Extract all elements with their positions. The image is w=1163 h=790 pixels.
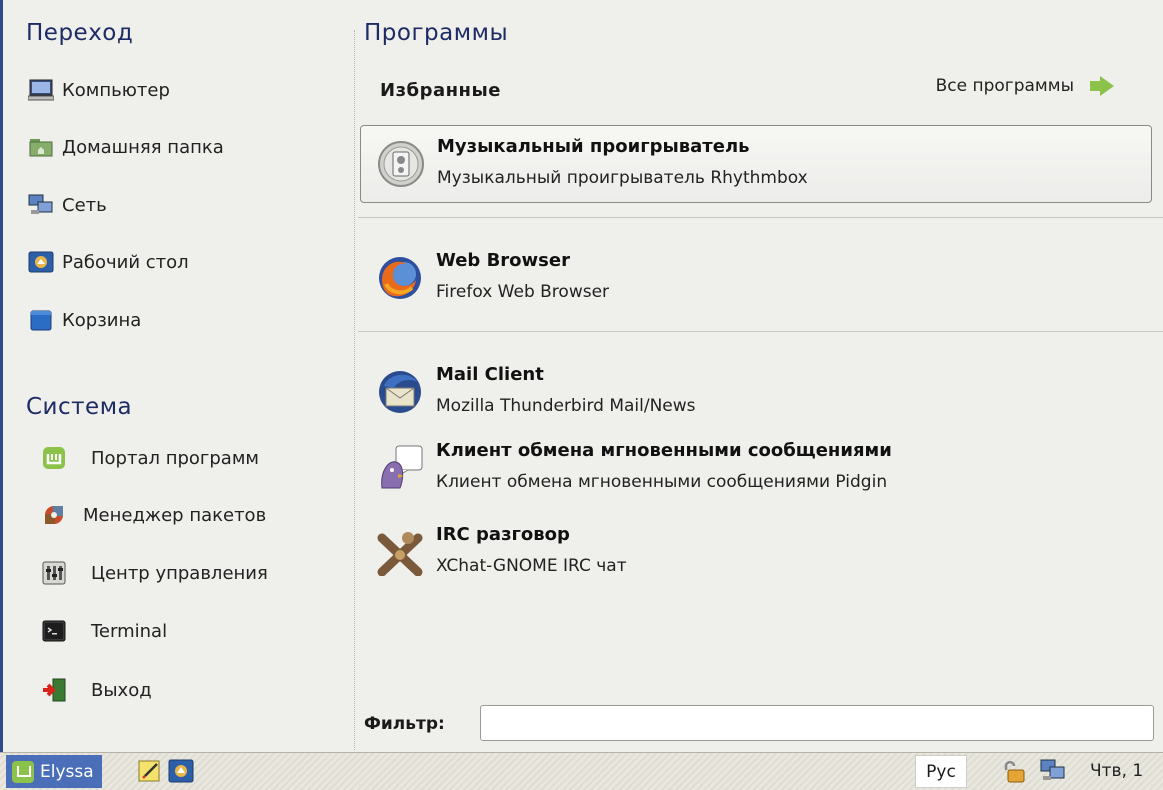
mint-logo-icon: [12, 760, 34, 783]
thunderbird-icon: [376, 368, 424, 416]
control-center-icon: [41, 560, 67, 586]
app-item-mail-client[interactable]: Mail Client Mozilla Thunderbird Mail/New…: [360, 354, 1150, 430]
desktop-icon: [28, 251, 54, 273]
logout-icon: [41, 677, 67, 703]
system-item-label: Terminal: [91, 620, 168, 642]
app-name: IRC разговор: [436, 524, 570, 545]
place-item-label: Сеть: [62, 194, 107, 216]
app-item-irc-chat[interactable]: IRC разговор XChat-GNOME IRC чат: [360, 514, 1150, 590]
app-name: Клиент обмена мгновенными сообщениями: [436, 440, 892, 461]
place-item-trash[interactable]: Корзина: [28, 304, 141, 336]
place-item-label: Корзина: [62, 309, 142, 331]
app-name: Web Browser: [436, 250, 570, 271]
app-description: Firefox Web Browser: [436, 282, 610, 302]
home-folder-icon: [28, 136, 54, 158]
place-item-network[interactable]: Сеть: [28, 189, 107, 221]
place-item-label: Домашняя папка: [62, 136, 224, 158]
music-player-icon: [377, 140, 425, 188]
mint-menu: Переход Компьютер Домашняя папка Сеть Ра…: [0, 0, 1163, 752]
trash-icon: [28, 309, 54, 331]
keyboard-layout-indicator[interactable]: Рус: [915, 755, 967, 788]
column-separator: [354, 30, 355, 750]
terminal-icon: [41, 618, 67, 644]
divider: [358, 331, 1163, 332]
start-menu-button[interactable]: Elyssa: [6, 755, 102, 788]
place-item-label: Рабочий стол: [62, 251, 189, 273]
app-description: Клиент обмена мгновенными сообщениями Pi…: [436, 472, 888, 492]
xchat-icon: [376, 528, 424, 577]
system-item-label: Выход: [91, 679, 152, 701]
lock-icon[interactable]: [1000, 758, 1026, 784]
app-description: Mozilla Thunderbird Mail/News: [436, 396, 696, 416]
app-description: XChat-GNOME IRC чат: [436, 556, 627, 576]
place-item-home[interactable]: Домашняя папка: [28, 131, 224, 163]
places-title: Переход: [26, 20, 134, 46]
app-item-instant-messaging[interactable]: Клиент обмена мгновенными сообщениями Кл…: [360, 430, 1150, 506]
text-editor-launcher-icon[interactable]: [137, 758, 163, 784]
favorites-label: Избранные: [380, 80, 501, 101]
package-manager-icon: [41, 502, 67, 528]
software-portal-icon: [41, 445, 67, 471]
network-icon: [28, 194, 54, 216]
system-item-logout[interactable]: Выход: [41, 673, 152, 707]
pidgin-icon: [376, 444, 424, 492]
filter-label: Фильтр:: [364, 714, 445, 734]
system-item-control-center[interactable]: Центр управления: [41, 556, 268, 590]
all-programs-label: Все программы: [935, 76, 1074, 96]
firefox-icon: [376, 254, 424, 302]
app-name: Mail Client: [436, 364, 544, 385]
divider: [358, 217, 1163, 218]
app-name: Музыкальный проигрыватель: [437, 136, 750, 157]
computer-icon: [27, 79, 55, 101]
clock[interactable]: Чтв, 1: [1090, 761, 1143, 781]
system-item-package-manager[interactable]: Менеджер пакетов: [41, 498, 266, 532]
app-item-web-browser[interactable]: Web Browser Firefox Web Browser: [360, 240, 1150, 316]
programs-title: Программы: [364, 20, 509, 46]
network-status-icon[interactable]: [1040, 758, 1066, 784]
system-item-label: Менеджер пакетов: [83, 504, 267, 526]
places-system-column: Переход Компьютер Домашняя папка Сеть Ра…: [6, 0, 351, 752]
app-description: Музыкальный проигрыватель Rhythmbox: [437, 168, 808, 188]
start-menu-label: Elyssa: [40, 761, 94, 782]
system-item-label: Центр управления: [91, 562, 268, 584]
desktop-launcher-icon[interactable]: [168, 758, 194, 784]
place-item-desktop[interactable]: Рабочий стол: [28, 246, 189, 278]
app-item-music-player[interactable]: Музыкальный проигрыватель Музыкальный пр…: [360, 125, 1152, 203]
system-title: Система: [26, 394, 133, 420]
place-item-label: Компьютер: [62, 79, 170, 101]
place-item-computer[interactable]: Компьютер: [27, 74, 170, 106]
arrow-right-icon: [1090, 76, 1114, 96]
system-item-software-portal[interactable]: Портал программ: [41, 441, 259, 475]
system-item-label: Портал программ: [91, 447, 259, 469]
filter-input[interactable]: [480, 705, 1154, 741]
taskbar: Elyssa Рус Чтв, 1: [0, 752, 1163, 790]
system-item-terminal[interactable]: Terminal: [41, 614, 167, 648]
programs-column: Программы Избранные Все программы Музыка…: [356, 0, 1163, 752]
all-programs-button[interactable]: Все программы: [936, 76, 1114, 96]
